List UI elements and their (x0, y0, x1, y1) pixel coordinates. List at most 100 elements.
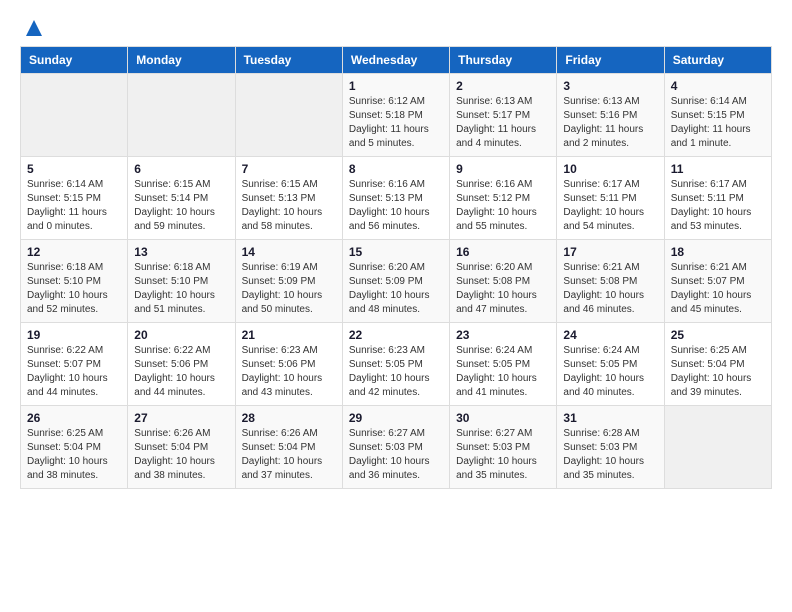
day-number: 24 (563, 328, 657, 342)
day-info: Sunrise: 6:27 AMSunset: 5:03 PMDaylight:… (349, 427, 443, 483)
day-number: 26 (27, 411, 121, 425)
day-number: 14 (242, 245, 336, 259)
day-info: Sunrise: 6:20 AMSunset: 5:08 PMDaylight:… (456, 261, 550, 317)
calendar-day-cell: 11Sunrise: 6:17 AMSunset: 5:11 PMDayligh… (664, 157, 771, 240)
calendar-day-cell: 19 Sunrise: 6:22 AMSunset: 5:07 PMDayligh… (21, 323, 128, 406)
day-info: Sunrise: 6:20 AMSunset: 5:09 PMDaylight:… (349, 261, 443, 317)
calendar-day-cell: 16Sunrise: 6:20 AMSunset: 5:08 PMDayligh… (450, 240, 557, 323)
calendar-day-cell (664, 406, 771, 489)
calendar-day-cell: 3Sunrise: 6:13 AMSunset: 5:16 PMDaylight… (557, 74, 664, 157)
calendar-day-header: Saturday (664, 47, 771, 74)
day-info: Sunrise: 6:23 AMSunset: 5:05 PMDaylight:… (349, 344, 443, 400)
day-info: Sunrise: 6:19 AMSunset: 5:09 PMDaylight:… (242, 261, 336, 317)
day-info: Sunrise: 6:21 AMSunset: 5:08 PMDaylight:… (563, 261, 657, 317)
calendar-week-row: 26 Sunrise: 6:25 AMSunset: 5:04 PMDayligh… (21, 406, 772, 489)
day-number: 29 (349, 411, 443, 425)
calendar-day-cell: 9 Sunrise: 6:16 AMSunset: 5:12 PMDaylight… (450, 157, 557, 240)
calendar-day-cell: 8 Sunrise: 6:16 AMSunset: 5:13 PMDaylight… (342, 157, 449, 240)
calendar-day-cell: 21Sunrise: 6:23 AMSunset: 5:06 PMDayligh… (235, 323, 342, 406)
calendar-day-cell: 28 Sunrise: 6:26 AMSunset: 5:04 PMDayligh… (235, 406, 342, 489)
logo-triangle-icon (26, 20, 42, 36)
calendar-day-cell: 17Sunrise: 6:21 AMSunset: 5:08 PMDayligh… (557, 240, 664, 323)
day-info: Sunrise: 6:25 AMSunset: 5:04 PMDaylight:… (671, 344, 765, 400)
day-number: 10 (563, 162, 657, 176)
day-number: 22 (349, 328, 443, 342)
calendar-day-header: Sunday (21, 47, 128, 74)
day-info: Sunrise: 6:28 AMSunset: 5:03 PMDaylight:… (563, 427, 657, 483)
day-number: 9 (456, 162, 550, 176)
day-number: 25 (671, 328, 765, 342)
calendar-day-header: Wednesday (342, 47, 449, 74)
calendar-day-cell: 15 Sunrise: 6:20 AMSunset: 5:09 PMDayligh… (342, 240, 449, 323)
day-number: 18 (671, 245, 765, 259)
day-number: 3 (563, 79, 657, 93)
calendar-day-cell: 30 Sunrise: 6:27 AMSunset: 5:03 PMDayligh… (450, 406, 557, 489)
logo (20, 20, 42, 36)
day-info: Sunrise: 6:14 AMSunset: 5:15 PMDaylight:… (671, 95, 765, 151)
day-info: Sunrise: 6:18 AMSunset: 5:10 PMDaylight:… (27, 261, 121, 317)
calendar-day-header: Monday (128, 47, 235, 74)
calendar-day-cell: 6Sunrise: 6:15 AMSunset: 5:14 PMDaylight… (128, 157, 235, 240)
day-number: 1 (349, 79, 443, 93)
calendar-day-cell (128, 74, 235, 157)
day-info: Sunrise: 6:18 AMSunset: 5:10 PMDaylight:… (134, 261, 228, 317)
calendar-day-cell: 13 Sunrise: 6:18 AMSunset: 5:10 PMDayligh… (128, 240, 235, 323)
day-info: Sunrise: 6:21 AMSunset: 5:07 PMDaylight:… (671, 261, 765, 317)
day-info: Sunrise: 6:27 AMSunset: 5:03 PMDaylight:… (456, 427, 550, 483)
day-number: 31 (563, 411, 657, 425)
calendar-day-cell: 14 Sunrise: 6:19 AMSunset: 5:09 PMDayligh… (235, 240, 342, 323)
calendar-day-cell: 22 Sunrise: 6:23 AMSunset: 5:05 PMDayligh… (342, 323, 449, 406)
day-info: Sunrise: 6:16 AMSunset: 5:12 PMDaylight:… (456, 178, 550, 234)
calendar-day-cell: 20 Sunrise: 6:22 AMSunset: 5:06 PMDayligh… (128, 323, 235, 406)
day-number: 8 (349, 162, 443, 176)
day-info: Sunrise: 6:17 AMSunset: 5:11 PMDaylight:… (563, 178, 657, 234)
day-info: Sunrise: 6:24 AMSunset: 5:05 PMDaylight:… (456, 344, 550, 400)
calendar-week-row: 19 Sunrise: 6:22 AMSunset: 5:07 PMDayligh… (21, 323, 772, 406)
day-number: 4 (671, 79, 765, 93)
calendar-day-cell: 5Sunrise: 6:14 AMSunset: 5:15 PMDaylight… (21, 157, 128, 240)
calendar-day-cell: 10 Sunrise: 6:17 AMSunset: 5:11 PMDayligh… (557, 157, 664, 240)
day-number: 28 (242, 411, 336, 425)
day-number: 12 (27, 245, 121, 259)
calendar-week-row: 1 Sunrise: 6:12 AMSunset: 5:18 PMDaylight… (21, 74, 772, 157)
day-number: 23 (456, 328, 550, 342)
calendar-day-cell: 29 Sunrise: 6:27 AMSunset: 5:03 PMDayligh… (342, 406, 449, 489)
day-info: Sunrise: 6:17 AMSunset: 5:11 PMDaylight:… (671, 178, 765, 234)
calendar-day-cell (21, 74, 128, 157)
day-info: Sunrise: 6:24 AMSunset: 5:05 PMDaylight:… (563, 344, 657, 400)
calendar-header-row: SundayMondayTuesdayWednesdayThursdayFrid… (21, 47, 772, 74)
day-number: 13 (134, 245, 228, 259)
day-info: Sunrise: 6:16 AMSunset: 5:13 PMDaylight:… (349, 178, 443, 234)
day-info: Sunrise: 6:13 AMSunset: 5:17 PMDaylight:… (456, 95, 550, 151)
day-info: Sunrise: 6:23 AMSunset: 5:06 PMDaylight:… (242, 344, 336, 400)
calendar-week-row: 5Sunrise: 6:14 AMSunset: 5:15 PMDaylight… (21, 157, 772, 240)
calendar-day-header: Thursday (450, 47, 557, 74)
calendar-day-cell (235, 74, 342, 157)
page-header (20, 20, 772, 36)
calendar-day-cell: 26 Sunrise: 6:25 AMSunset: 5:04 PMDayligh… (21, 406, 128, 489)
day-number: 5 (27, 162, 121, 176)
calendar-day-cell: 1 Sunrise: 6:12 AMSunset: 5:18 PMDaylight… (342, 74, 449, 157)
day-info: Sunrise: 6:22 AMSunset: 5:06 PMDaylight:… (134, 344, 228, 400)
calendar-day-cell: 31 Sunrise: 6:28 AMSunset: 5:03 PMDayligh… (557, 406, 664, 489)
day-info: Sunrise: 6:26 AMSunset: 5:04 PMDaylight:… (134, 427, 228, 483)
calendar-day-cell: 27Sunrise: 6:26 AMSunset: 5:04 PMDayligh… (128, 406, 235, 489)
calendar-day-cell: 18 Sunrise: 6:21 AMSunset: 5:07 PMDayligh… (664, 240, 771, 323)
calendar-day-header: Friday (557, 47, 664, 74)
day-number: 2 (456, 79, 550, 93)
calendar-day-cell: 23 Sunrise: 6:24 AMSunset: 5:05 PMDayligh… (450, 323, 557, 406)
calendar-day-cell: 25 Sunrise: 6:25 AMSunset: 5:04 PMDayligh… (664, 323, 771, 406)
day-info: Sunrise: 6:25 AMSunset: 5:04 PMDaylight:… (27, 427, 121, 483)
day-number: 30 (456, 411, 550, 425)
calendar-week-row: 12 Sunrise: 6:18 AMSunset: 5:10 PMDayligh… (21, 240, 772, 323)
day-info: Sunrise: 6:26 AMSunset: 5:04 PMDaylight:… (242, 427, 336, 483)
day-number: 6 (134, 162, 228, 176)
day-info: Sunrise: 6:12 AMSunset: 5:18 PMDaylight:… (349, 95, 443, 151)
day-info: Sunrise: 6:22 AMSunset: 5:07 PMDaylight:… (27, 344, 121, 400)
calendar-day-cell: 4 Sunrise: 6:14 AMSunset: 5:15 PMDaylight… (664, 74, 771, 157)
day-number: 19 (27, 328, 121, 342)
day-number: 20 (134, 328, 228, 342)
day-number: 15 (349, 245, 443, 259)
calendar-day-cell: 24 Sunrise: 6:24 AMSunset: 5:05 PMDayligh… (557, 323, 664, 406)
calendar-day-header: Tuesday (235, 47, 342, 74)
